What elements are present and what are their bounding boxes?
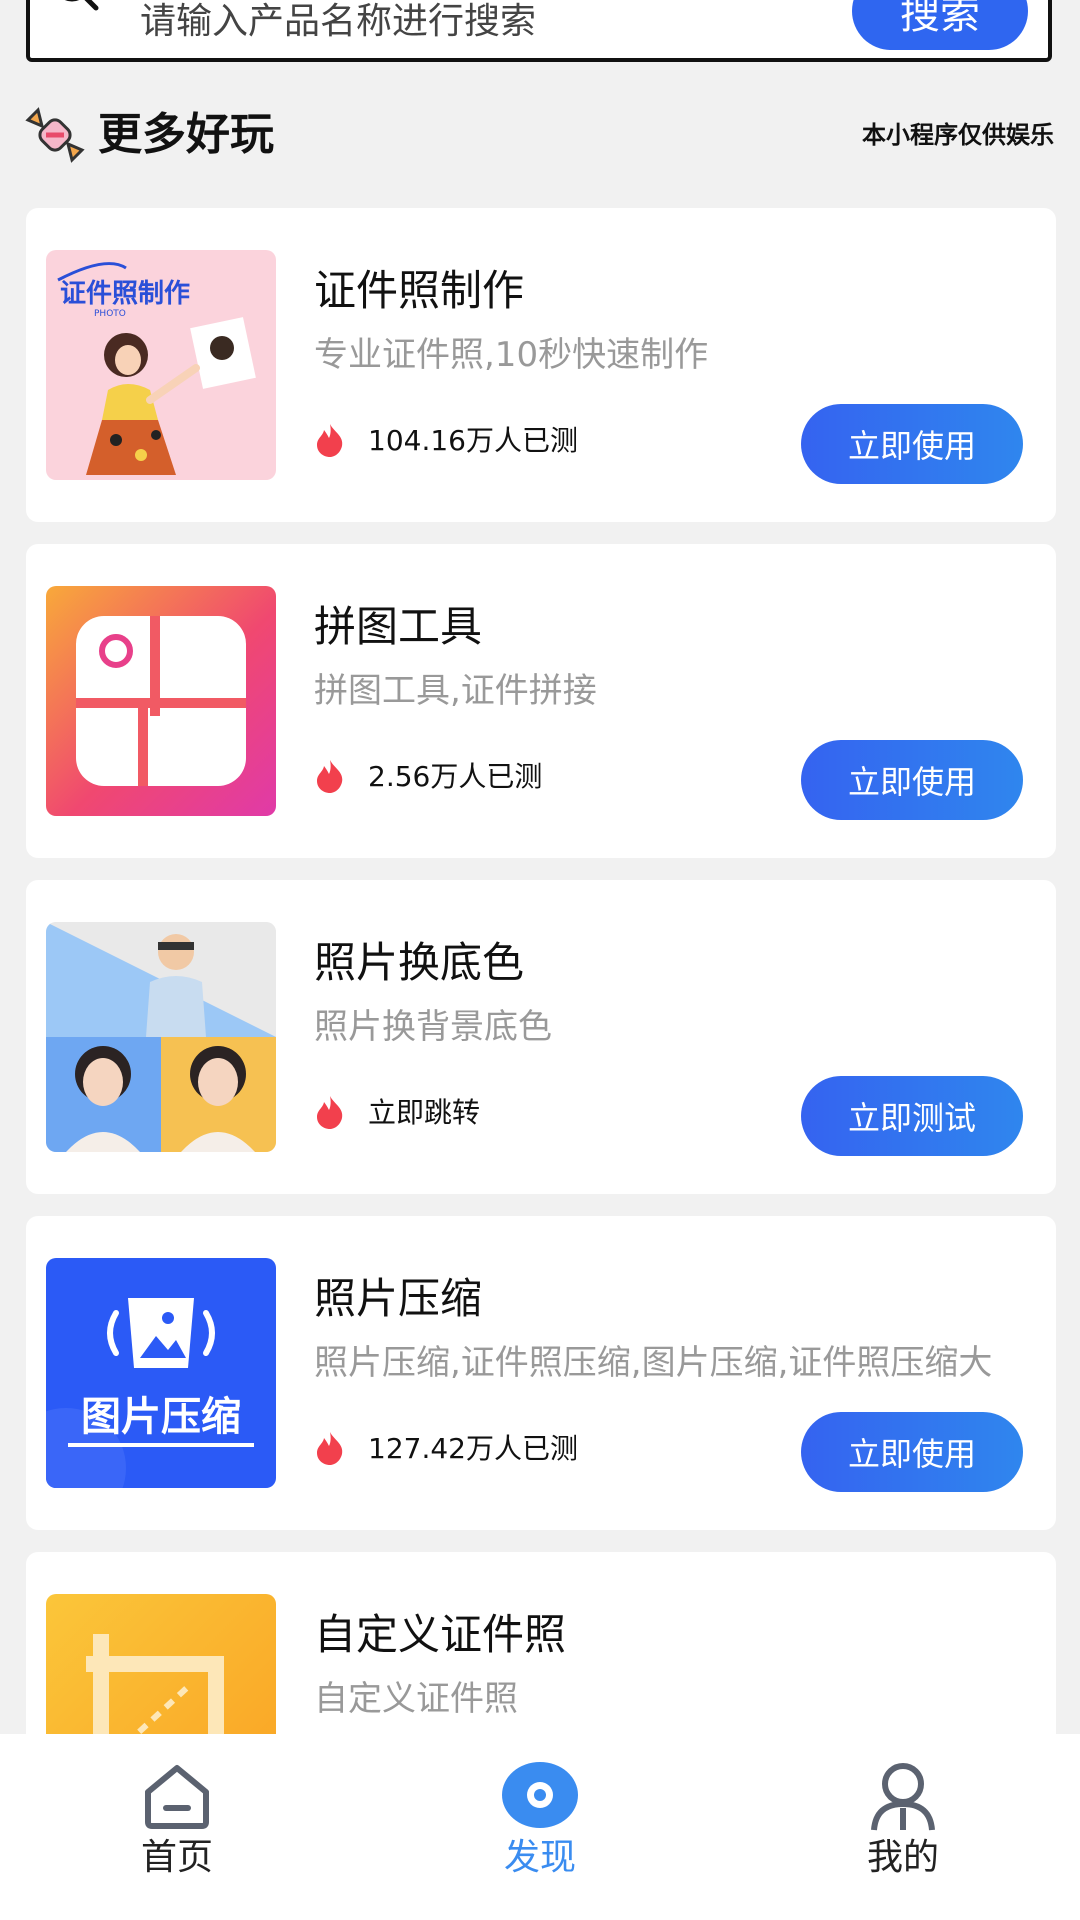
card-description: 自定义证件照 [314, 1679, 518, 1719]
fire-icon [317, 424, 343, 457]
nav-label-discover: 发现 [503, 1837, 576, 1878]
card-description: 照片压缩,证件照压缩,图片压缩,证件照压缩大 [314, 1343, 993, 1383]
nav-profile[interactable]: 我的 [803, 1758, 1003, 1898]
card-description: 拼图工具,证件拼接 [314, 671, 597, 711]
usage-count: 104.16万人已测 [368, 424, 578, 457]
fire-icon [317, 760, 343, 793]
search-bar[interactable]: 请输入产品名称进行搜索 搜索 [26, 0, 1052, 62]
card-description: 照片换背景底色 [314, 1007, 552, 1047]
card-photo-compress[interactable]: 图片压缩 照片压缩 照片压缩,证件照压缩,图片压缩,证件照压缩大 127.42万… [26, 1216, 1056, 1530]
thumb-text: 图片压缩 [81, 1394, 241, 1440]
jump-link-text: 立即跳转 [368, 1096, 481, 1129]
card-title: 自定义证件照 [314, 1610, 567, 1659]
use-now-button[interactable]: 立即使用 [801, 1412, 1023, 1492]
home-icon [145, 1765, 209, 1829]
background-change-thumbnail [46, 922, 276, 1152]
search-icon [64, 0, 99, 11]
section-header: 更多好玩 本小程序仅供娱乐 [24, 104, 1054, 170]
nav-discover[interactable]: 发现 [440, 1758, 640, 1898]
use-now-button[interactable]: 立即使用 [801, 740, 1023, 820]
fire-icon [317, 1432, 343, 1465]
id-photo-thumbnail: 证件照制作 PHOTO [46, 250, 276, 480]
card-photo-background[interactable]: 照片换底色 照片换背景底色 立即跳转 立即测试 [26, 880, 1056, 1194]
thumb-subtext: PHOTO [94, 309, 126, 319]
section-note: 本小程序仅供娱乐 [862, 121, 1054, 149]
card-title: 照片换底色 [314, 938, 525, 987]
section-title: 更多好玩 [98, 109, 274, 160]
usage-count: 2.56万人已测 [368, 760, 543, 793]
card-id-photo[interactable]: 证件照制作 PHOTO 证件照制作 专业证件照,10秒快速制作 104.16万人… [26, 208, 1056, 522]
card-title: 照片压缩 [314, 1274, 483, 1323]
fire-icon [317, 1096, 343, 1129]
nav-home[interactable]: 首页 [77, 1758, 277, 1898]
card-title: 拼图工具 [314, 602, 483, 651]
nav-label-home: 首页 [140, 1837, 213, 1878]
card-title: 证件照制作 [314, 266, 525, 315]
search-button[interactable]: 搜索 [852, 0, 1028, 50]
nav-label-profile: 我的 [866, 1837, 939, 1878]
bottom-nav: 首页 发现 我的 [0, 1734, 1080, 1920]
thumb-text: 证件照制作 [60, 279, 190, 309]
compress-thumbnail: 图片压缩 [46, 1258, 276, 1488]
search-input[interactable]: 请输入产品名称进行搜索 [140, 0, 536, 44]
candy-icon [25, 107, 85, 163]
collage-thumbnail [46, 586, 276, 816]
usage-count: 127.42万人已测 [368, 1432, 578, 1465]
test-now-button[interactable]: 立即测试 [801, 1076, 1023, 1156]
card-description: 专业证件照,10秒快速制作 [314, 335, 709, 375]
card-collage-tool[interactable]: 拼图工具 拼图工具,证件拼接 2.56万人已测 立即使用 [26, 544, 1056, 858]
use-now-button[interactable]: 立即使用 [801, 404, 1023, 484]
eye-icon [502, 1762, 578, 1828]
user-icon [871, 1763, 935, 1831]
